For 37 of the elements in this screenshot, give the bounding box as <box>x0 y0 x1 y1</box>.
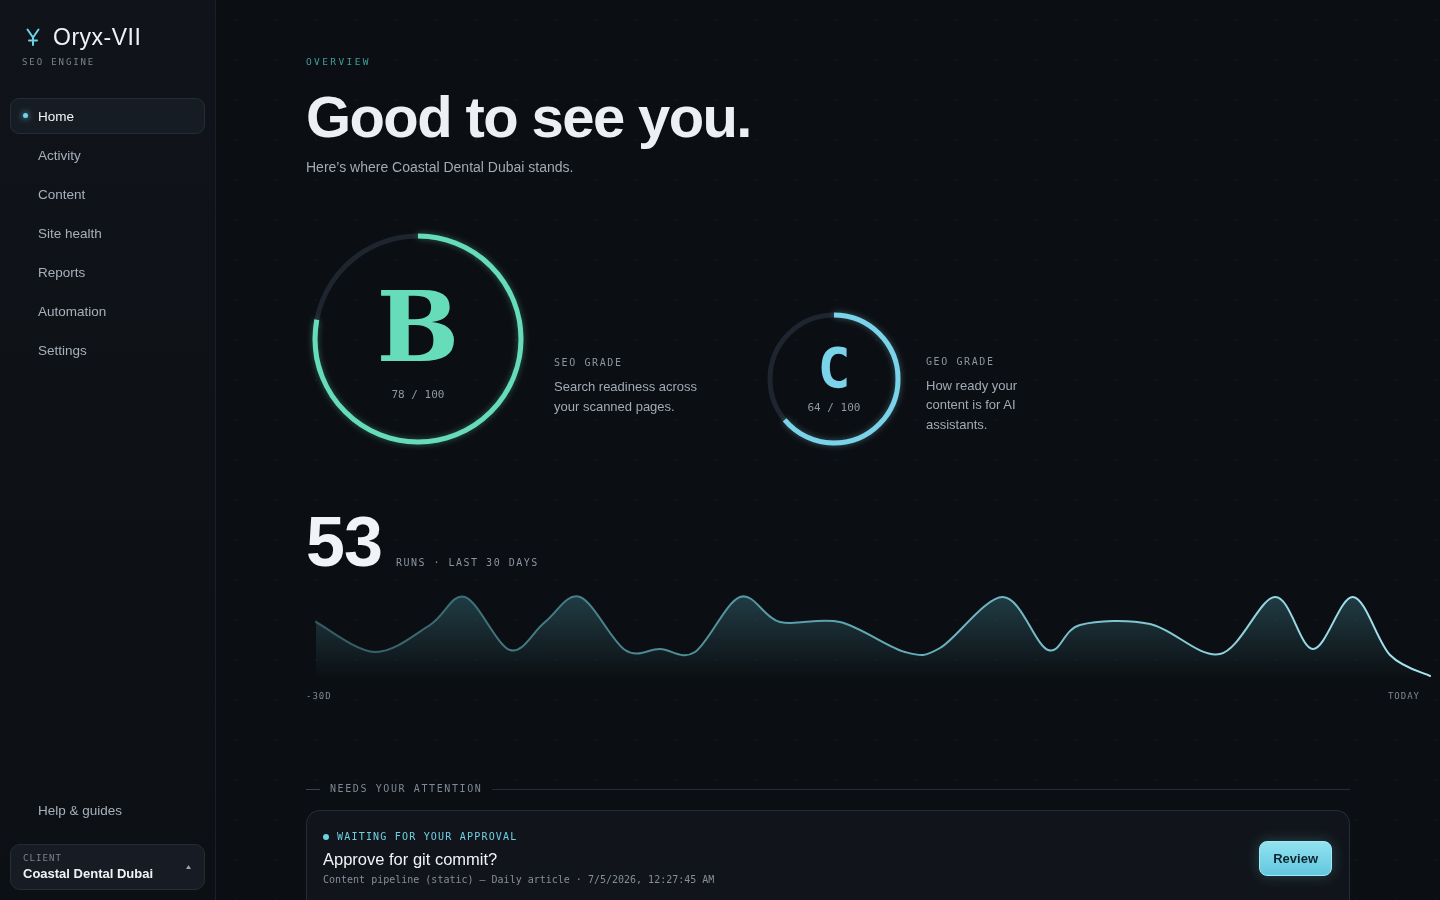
nav-item[interactable]: Settings <box>10 332 205 368</box>
status-label: WAITING FOR YOUR APPROVAL <box>337 831 518 843</box>
review-button[interactable]: Review <box>1259 841 1332 876</box>
axis-label: TODAY <box>1387 690 1420 702</box>
grade-description: Search readiness across your scanned pages. <box>554 378 699 416</box>
brand-tagline: SEO ENGINE <box>22 56 97 68</box>
client-selector[interactable]: CLIENT Coastal Dental Dubai <box>10 844 205 890</box>
approval-title: Approve for git commit? <box>323 849 498 869</box>
client-label: CLIENT <box>23 852 64 864</box>
caret-up-icon <box>186 865 191 869</box>
nav-item[interactable]: Automation <box>10 293 205 329</box>
grade-score: 78 / 100 <box>391 388 445 402</box>
nav-item[interactable]: Activity <box>10 137 205 173</box>
grade-label: SEO GRADE <box>554 357 624 369</box>
approval-meta: Content pipeline (static) — Daily article · 7/5/2026, 12:27:45 AM <box>323 874 715 886</box>
nav-item[interactable]: Site health <box>10 215 205 251</box>
nav-item[interactable]: Reports <box>10 254 205 290</box>
grade-score: 64 / 100 <box>807 401 861 415</box>
page-title: Good to see you. <box>306 84 752 150</box>
grade-letter: C <box>817 341 851 396</box>
logo-icon <box>26 28 40 46</box>
status-dot-icon <box>323 834 329 840</box>
section-eyebrow: OVERVIEW <box>306 56 372 68</box>
nav-item[interactable]: Home <box>10 98 205 134</box>
axis-label: -30D <box>306 690 332 702</box>
help-link[interactable]: Help & guides <box>10 792 205 828</box>
run-count: 53 <box>306 507 382 577</box>
brand-name: Oryx-VII <box>53 24 142 50</box>
nav-item[interactable]: Content <box>10 176 205 212</box>
dot-icon <box>23 113 28 118</box>
grade-description: How ready your content is for AI assistants. <box>926 376 1019 434</box>
grade-label: GEO GRADE <box>926 355 996 368</box>
run-count-caption: RUNS · LAST 30 DAYS <box>395 557 539 569</box>
grade-letter: B <box>376 277 460 377</box>
page-subtitle: Here’s where Coastal Dental Dubai stands. <box>306 158 575 176</box>
client-name: Coastal Dental Dubai <box>23 865 155 882</box>
section-heading: NEEDS YOUR ATTENTION <box>330 783 483 795</box>
